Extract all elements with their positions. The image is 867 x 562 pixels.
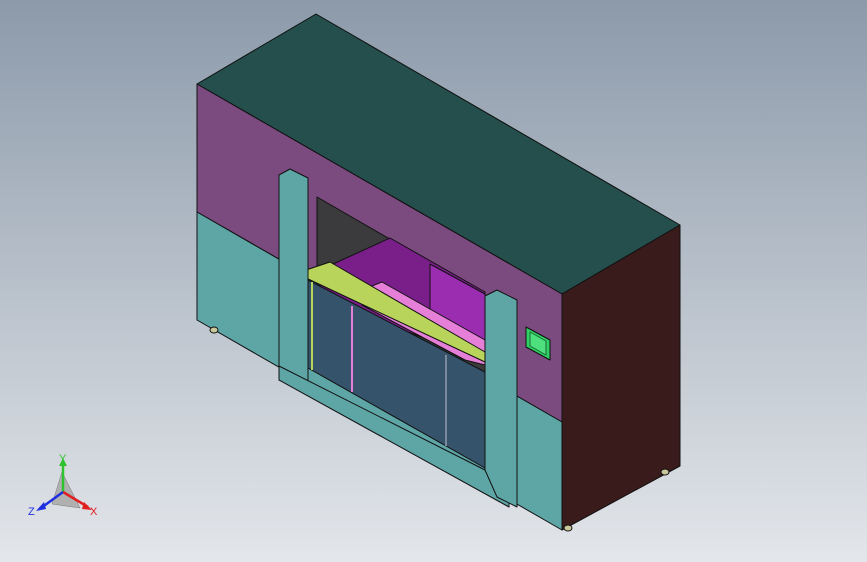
y-axis-label: Y <box>59 453 67 465</box>
door-frame-right-post[interactable] <box>484 289 518 508</box>
caster-wheel-right <box>660 468 670 476</box>
cad-viewport[interactable]: Y X Z <box>0 0 867 562</box>
caster-wheel-front <box>563 524 573 532</box>
x-axis-label: X <box>90 506 98 518</box>
viewport-canvas[interactable]: Y X Z <box>0 0 867 562</box>
z-axis-label: Z <box>28 506 35 518</box>
door-frame-left-post[interactable] <box>278 168 309 383</box>
caster-wheel-left <box>209 326 219 334</box>
